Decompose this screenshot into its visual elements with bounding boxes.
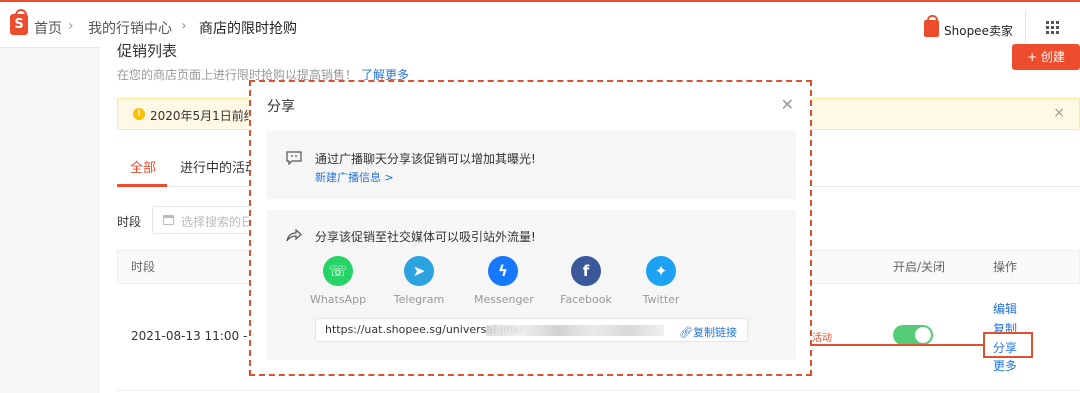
facebook-icon: f (571, 256, 601, 286)
page-title: 促销列表 (117, 42, 178, 60)
shopee-logo-icon[interactable]: S (10, 9, 28, 35)
share-telegram[interactable]: ➤ Telegram (390, 256, 448, 306)
share-highlight-box (983, 332, 1033, 358)
redacted-url-part (486, 325, 664, 336)
tab-ongoing[interactable]: 进行中的活动 (180, 157, 258, 176)
warning-icon: ! (133, 108, 145, 120)
date-placeholder: 选择搜索的日 (181, 215, 254, 229)
enable-toggle[interactable] (893, 325, 933, 345)
twitter-icon: ✦ (646, 256, 676, 286)
divider (1025, 10, 1026, 42)
edit-link[interactable]: 编辑 (993, 300, 1017, 317)
broadcast-text: 通过广播聊天分享该促销可以增加其曝光! (315, 152, 536, 166)
share-whatsapp[interactable]: ☏ WhatsApp (309, 256, 367, 306)
seller-center-label[interactable]: Shopee卖家 (944, 22, 1013, 39)
column-actions: 操作 (993, 260, 1018, 274)
period-filter-label: 时段 (117, 215, 142, 229)
social-text: 分享该促销至社交媒体可以吸引站外流量! (315, 230, 536, 244)
share-link-field[interactable]: https://uat.shopee.sg/universal-link/ 🔗︎… (315, 318, 748, 342)
share-messenger[interactable]: ϟ Messenger (474, 256, 534, 306)
messenger-icon: ϟ (488, 256, 518, 286)
copy-link-button[interactable]: 🔗︎复制链接 (679, 324, 737, 340)
breadcrumb-home[interactable]: 首页 (34, 18, 62, 38)
modal-title: 分享 (267, 99, 295, 115)
status-badge: 活动 (812, 333, 832, 344)
apps-grid-icon[interactable] (1046, 21, 1060, 35)
date-picker-input[interactable]: 选择搜索的日 (152, 206, 262, 234)
broadcast-panel: 通过广播聊天分享该促销可以增加其曝光! 新建广播信息 > (267, 131, 796, 199)
social-label: WhatsApp (309, 293, 367, 306)
share-twitter[interactable]: ✦ Twitter (632, 256, 690, 306)
chevron-right-icon: › (68, 18, 74, 34)
annotation-connector (812, 344, 984, 346)
chat-bubble-icon (286, 151, 302, 165)
row-divider (117, 390, 1080, 391)
tab-all[interactable]: 全部 (130, 157, 156, 176)
column-toggle: 开启/关闭 (893, 260, 946, 274)
breadcrumb-current: 商店的限时抢购 (199, 21, 297, 37)
shopee-seller-icon (924, 15, 939, 37)
create-button[interactable]: + 创建 (1012, 44, 1080, 70)
active-tab-indicator (117, 184, 167, 187)
share-facebook[interactable]: f Facebook (557, 256, 615, 306)
copy-link-label: 复制链接 (692, 326, 737, 339)
column-period: 时段 (131, 260, 156, 274)
close-icon[interactable]: ✕ (781, 95, 794, 114)
social-label: Facebook (560, 293, 612, 306)
close-icon[interactable]: × (1053, 105, 1065, 121)
social-label: Messenger (474, 293, 534, 306)
social-label: Twitter (642, 293, 680, 306)
social-label: Telegram (393, 293, 445, 306)
more-link[interactable]: 更多 (993, 357, 1017, 374)
new-broadcast-link[interactable]: 新建广播信息 > (315, 169, 394, 185)
breadcrumb-marketing[interactable]: 我的行销中心 (88, 18, 172, 38)
chevron-right-icon: › (181, 18, 187, 34)
share-modal: 分享 ✕ 通过广播聊天分享该促销可以增加其曝光! 新建广播信息 > 分享该促销至… (249, 80, 812, 376)
share-arrow-icon (286, 228, 302, 242)
calendar-icon (163, 215, 174, 225)
whatsapp-icon: ☏ (323, 256, 353, 286)
telegram-icon: ➤ (404, 256, 434, 286)
link-icon: 🔗︎ (679, 326, 693, 339)
